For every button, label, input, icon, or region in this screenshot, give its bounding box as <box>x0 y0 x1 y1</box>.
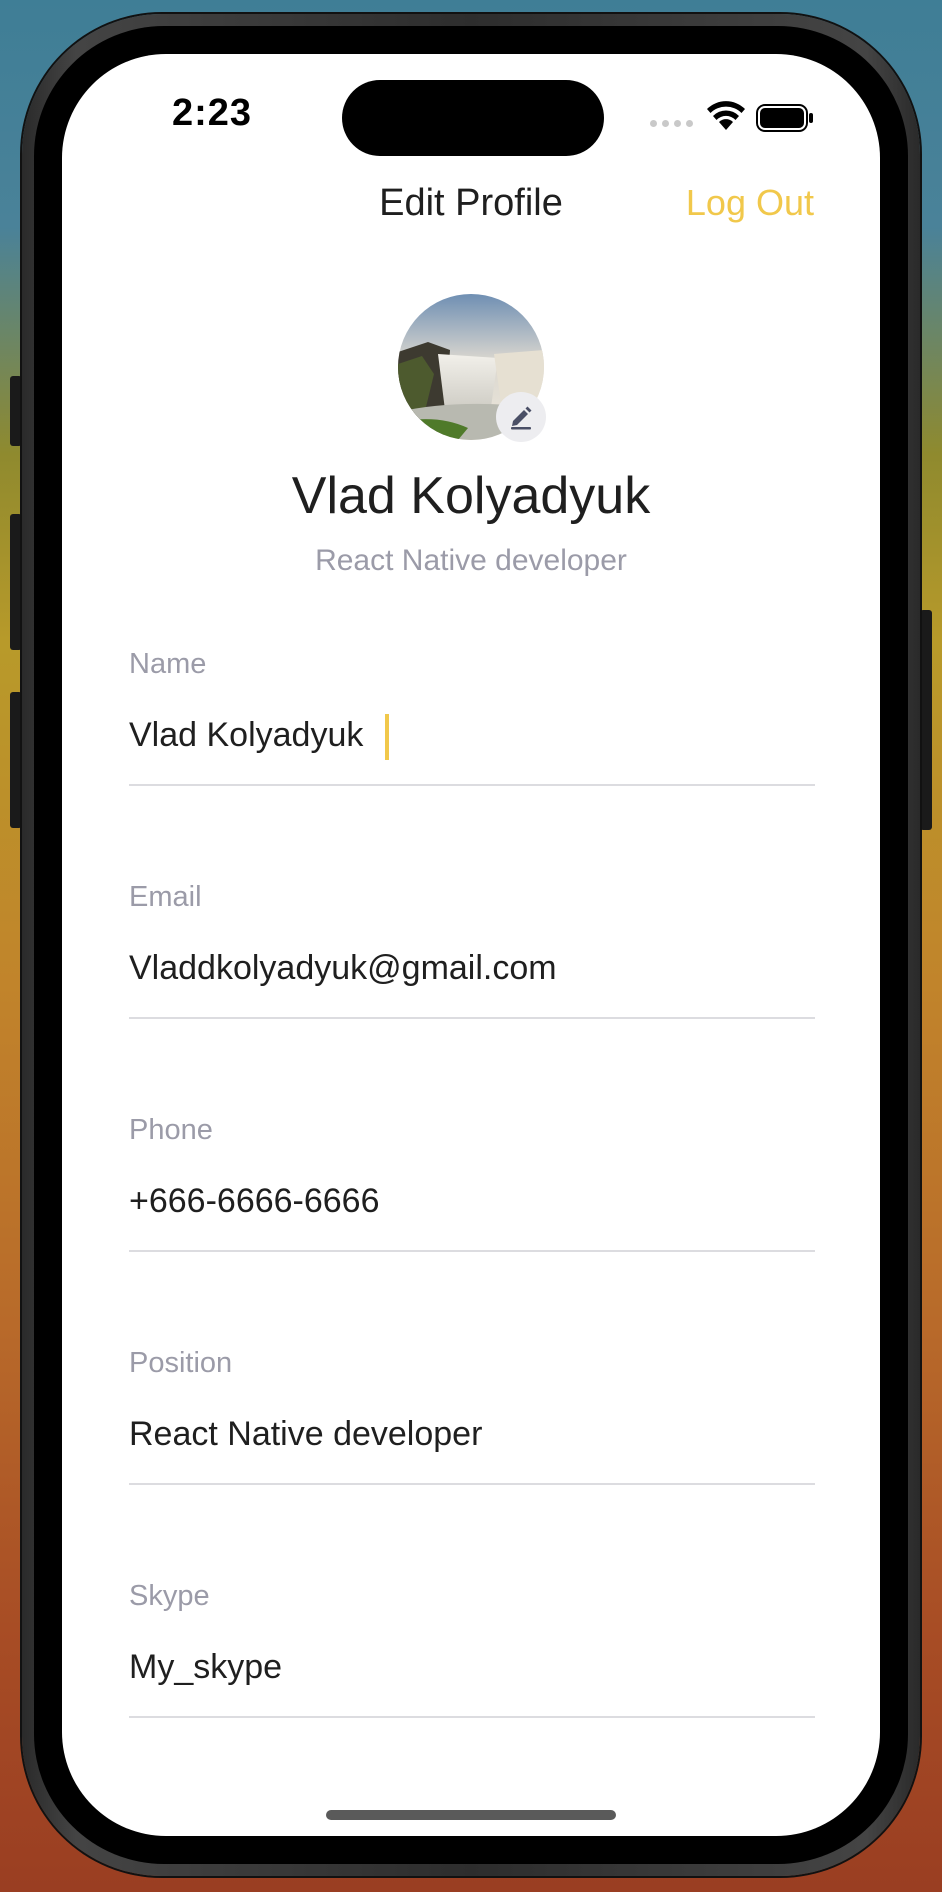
email-input[interactable] <box>129 943 815 993</box>
edit-avatar-button[interactable] <box>496 392 546 442</box>
phone-screen: 2:23 Edit Profile Log Out Vlad Kolyadyuk… <box>62 54 880 1836</box>
text-cursor <box>385 714 389 760</box>
position-underline <box>129 1483 815 1485</box>
position-field: Position <box>129 1347 815 1493</box>
home-indicator[interactable] <box>326 1810 616 1820</box>
wifi-icon <box>707 101 745 130</box>
cellular-signal-icon <box>650 120 693 127</box>
logout-button[interactable]: Log Out <box>686 182 814 224</box>
profile-name: Vlad Kolyadyuk <box>291 467 651 525</box>
name-field: Name <box>129 648 815 794</box>
volume-down-button <box>10 692 22 828</box>
skype-underline <box>129 1716 815 1718</box>
pencil-icon <box>511 406 532 430</box>
skype-field: Skype <box>129 1580 815 1726</box>
name-label: Name <box>129 648 207 680</box>
profile-role: React Native developer <box>315 544 627 577</box>
volume-up-button <box>10 514 22 650</box>
action-button <box>10 376 22 446</box>
power-button <box>920 610 932 830</box>
battery-icon <box>756 104 813 132</box>
email-underline <box>129 1017 815 1019</box>
email-field: Email <box>129 881 815 1027</box>
phone-field: Phone <box>129 1114 815 1260</box>
position-label: Position <box>129 1347 233 1379</box>
name-input[interactable] <box>129 710 815 760</box>
skype-input[interactable] <box>129 1642 815 1692</box>
status-time: 2:23 <box>172 92 253 134</box>
skype-label: Skype <box>129 1580 210 1612</box>
position-input[interactable] <box>129 1409 815 1459</box>
email-label: Email <box>129 881 202 913</box>
phone-input[interactable] <box>129 1176 815 1226</box>
phone-label: Phone <box>129 1114 213 1146</box>
phone-underline <box>129 1250 815 1252</box>
dynamic-island <box>342 80 604 156</box>
name-underline <box>129 784 815 786</box>
